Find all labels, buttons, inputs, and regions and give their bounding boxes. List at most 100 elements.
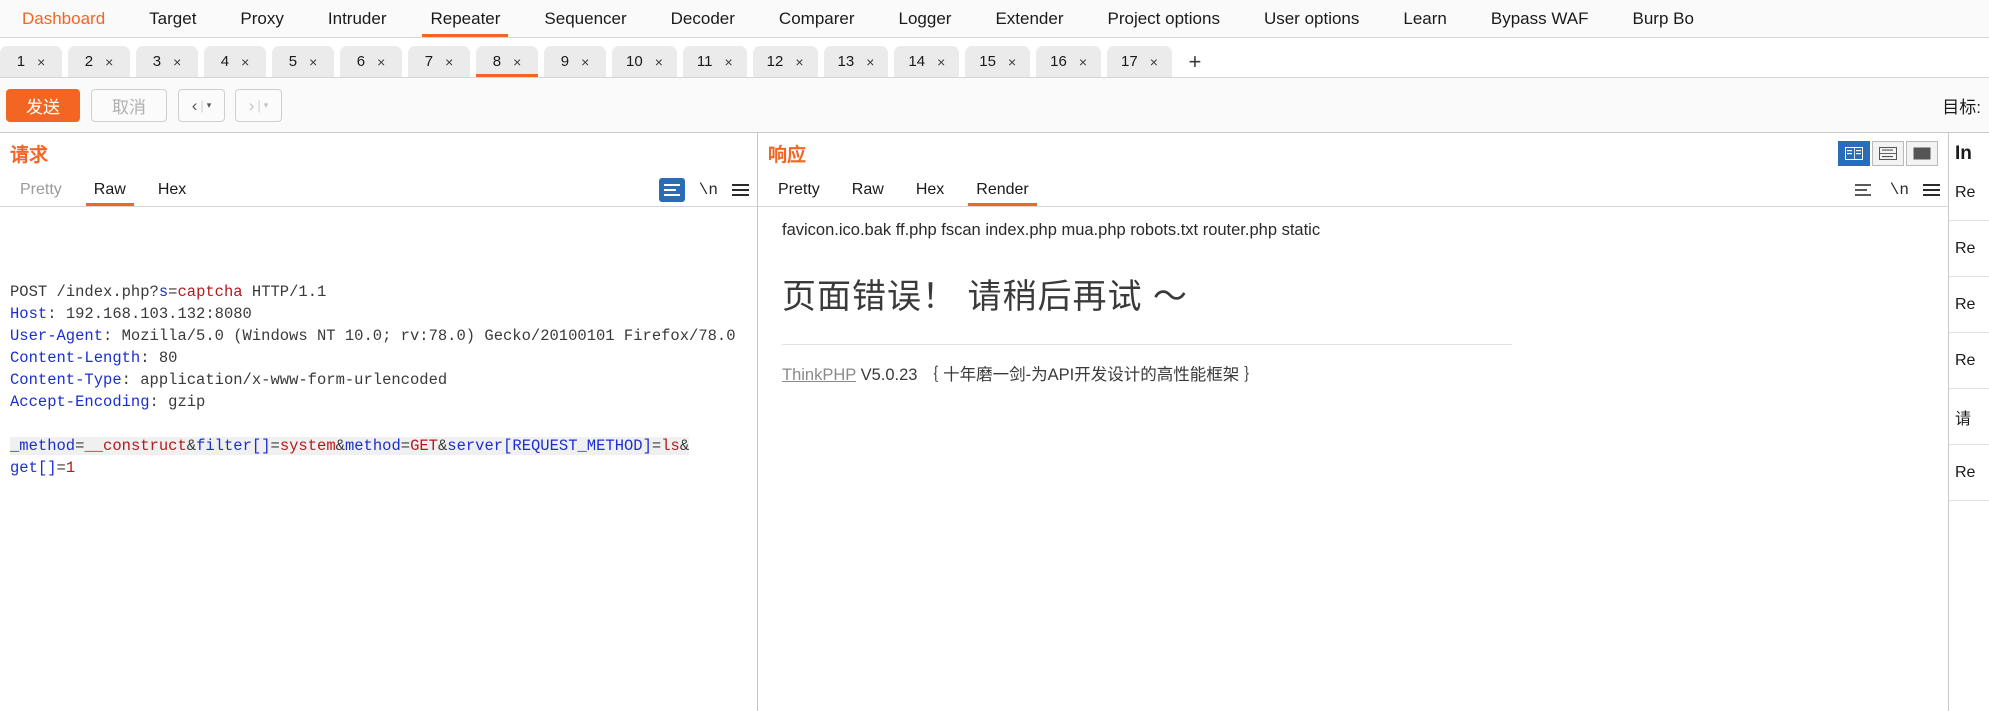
close-icon[interactable]: ×	[1008, 55, 1016, 69]
header-value: Mozilla/5.0 (Windows NT 10.0; rv:78.0) G…	[112, 327, 736, 345]
request-message-editor[interactable]: POST /index.php?s=captcha HTTP/1.1 Host: …	[0, 207, 757, 711]
response-tab-render[interactable]: Render	[960, 181, 1044, 206]
nav-item-burp-bo[interactable]: Burp Bo	[1610, 0, 1715, 37]
repeater-tab-8[interactable]: 8 ×	[476, 46, 538, 77]
nav-item-bypass-waf[interactable]: Bypass WAF	[1469, 0, 1611, 37]
close-icon[interactable]: ×	[309, 55, 317, 69]
repeater-tab-4[interactable]: 4 ×	[204, 46, 266, 77]
inspector-section[interactable]: Re	[1949, 445, 1989, 501]
close-icon[interactable]: ×	[724, 55, 732, 69]
page-error-heading: 页面错误！ 请稍后再试 ～	[782, 278, 1188, 316]
add-tab-button[interactable]: +	[1178, 46, 1212, 77]
split-view-vertical-icon[interactable]	[1838, 140, 1870, 166]
inspector-section[interactable]: Re	[1949, 165, 1989, 221]
send-button[interactable]: 发送	[6, 88, 80, 122]
response-menu-icon[interactable]	[1923, 184, 1940, 196]
payload-token: system	[279, 437, 336, 455]
nav-item-proxy[interactable]: Proxy	[218, 0, 305, 37]
request-view-tabs: Pretty Raw Hex \n	[0, 173, 757, 207]
nav-item-learn[interactable]: Learn	[1381, 0, 1468, 37]
split-view-horizontal-icon[interactable]	[1872, 140, 1904, 166]
repeater-tab-6[interactable]: 6 ×	[340, 46, 402, 77]
repeater-tab-7[interactable]: 7 ×	[408, 46, 470, 77]
inspector-title: In	[1955, 143, 1972, 164]
repeater-tab-label: 8	[492, 53, 502, 70]
close-icon[interactable]: ×	[1079, 55, 1087, 69]
close-icon[interactable]: ×	[105, 55, 113, 69]
close-icon[interactable]: ×	[513, 55, 521, 69]
close-icon[interactable]: ×	[655, 55, 663, 69]
repeater-tab-16[interactable]: 16 ×	[1036, 46, 1102, 77]
inspector-section[interactable]: Re	[1949, 333, 1989, 389]
request-tab-pretty[interactable]: Pretty	[4, 181, 78, 206]
history-back-button[interactable]: ‹ | ▾	[178, 88, 225, 122]
nav-item-user-options[interactable]: User options	[1242, 0, 1381, 37]
response-tab-pretty[interactable]: Pretty	[762, 181, 836, 206]
nav-item-logger[interactable]: Logger	[877, 0, 974, 37]
close-icon[interactable]: ×	[173, 55, 181, 69]
nav-item-decoder[interactable]: Decoder	[649, 0, 757, 37]
repeater-tab-14[interactable]: 14 ×	[894, 46, 960, 77]
request-tab-hex[interactable]: Hex	[142, 181, 202, 206]
word-wrap-icon[interactable]	[1850, 178, 1876, 202]
close-icon[interactable]: ×	[581, 55, 589, 69]
close-icon[interactable]: ×	[795, 55, 803, 69]
repeater-tab-5[interactable]: 5 ×	[272, 46, 334, 77]
response-tab-hex[interactable]: Hex	[900, 181, 960, 206]
nav-item-comparer[interactable]: Comparer	[757, 0, 877, 37]
response-view-tabs: Pretty Raw Hex Render \n	[758, 173, 1948, 207]
repeater-tab-10[interactable]: 10 ×	[612, 46, 677, 77]
single-view-icon[interactable]	[1906, 140, 1938, 166]
response-layout-toggles	[1838, 140, 1938, 166]
request-pane: 请求 Pretty Raw Hex \n POST /index.php?s=cap…	[0, 133, 758, 711]
payload-token: &	[335, 437, 345, 455]
request-body-payload[interactable]: _method=__construct&filter[]=system&meth…	[10, 435, 757, 457]
close-icon[interactable]: ×	[866, 55, 874, 69]
cancel-button[interactable]: 取消	[91, 88, 167, 122]
inspector-section[interactable]: Re	[1949, 277, 1989, 333]
main-navigation-bar: Dashboard Target Proxy Intruder Repeater Sequ…	[0, 0, 1989, 38]
nav-item-intruder[interactable]: Intruder	[306, 0, 409, 37]
word-wrap-icon[interactable]	[658, 178, 685, 202]
payload-token: method	[344, 437, 401, 455]
http-version: HTTP/1.1	[242, 283, 327, 301]
history-forward-button[interactable]: › | ▾	[235, 88, 282, 122]
nav-item-extender[interactable]: Extender	[973, 0, 1085, 37]
close-icon[interactable]: ×	[241, 55, 249, 69]
request-body-payload-line2[interactable]: get[]=1	[10, 457, 757, 479]
header-colon: :	[47, 305, 57, 323]
repeater-tab-15[interactable]: 15 ×	[965, 46, 1031, 77]
repeater-tab-13[interactable]: 13 ×	[823, 46, 889, 77]
repeater-tab-9[interactable]: 9 ×	[544, 46, 606, 77]
nav-item-repeater[interactable]: Repeater	[408, 0, 522, 37]
button-separator: |	[257, 97, 261, 113]
close-icon[interactable]: ×	[37, 55, 45, 69]
nav-item-project-options[interactable]: Project options	[1086, 0, 1242, 37]
repeater-tab-17[interactable]: 17 ×	[1107, 46, 1172, 77]
repeater-tab-label: 13	[837, 53, 855, 70]
repeater-tab-label: 10	[626, 53, 643, 70]
request-menu-icon[interactable]	[732, 184, 749, 196]
payload-token: server[REQUEST_METHOD]	[447, 437, 652, 455]
response-tab-raw[interactable]: Raw	[836, 181, 900, 206]
newline-toggle-icon[interactable]: \n	[699, 181, 718, 199]
newline-toggle-icon[interactable]: \n	[1890, 181, 1909, 199]
close-icon[interactable]: ×	[377, 55, 385, 69]
repeater-tab-11[interactable]: 11 ×	[682, 46, 747, 77]
nav-item-sequencer[interactable]: Sequencer	[522, 0, 648, 37]
repeater-tab-2[interactable]: 2 ×	[68, 46, 130, 77]
repeater-tab-3[interactable]: 3 ×	[136, 46, 198, 77]
payload-token: =	[400, 437, 411, 455]
thinkphp-link[interactable]: ThinkPHP	[782, 366, 856, 384]
close-icon[interactable]: ×	[937, 55, 945, 69]
nav-item-target[interactable]: Target	[127, 0, 218, 37]
request-tab-raw[interactable]: Raw	[78, 181, 142, 206]
nav-item-dashboard[interactable]: Dashboard	[0, 0, 127, 37]
repeater-tab-12[interactable]: 12 ×	[752, 46, 818, 77]
repeater-tab-1[interactable]: 1 ×	[0, 46, 62, 77]
inspector-section[interactable]: 请	[1949, 389, 1989, 445]
inspector-section[interactable]: Re	[1949, 221, 1989, 277]
payload-token: &	[437, 437, 448, 455]
close-icon[interactable]: ×	[1150, 55, 1158, 69]
close-icon[interactable]: ×	[445, 55, 453, 69]
